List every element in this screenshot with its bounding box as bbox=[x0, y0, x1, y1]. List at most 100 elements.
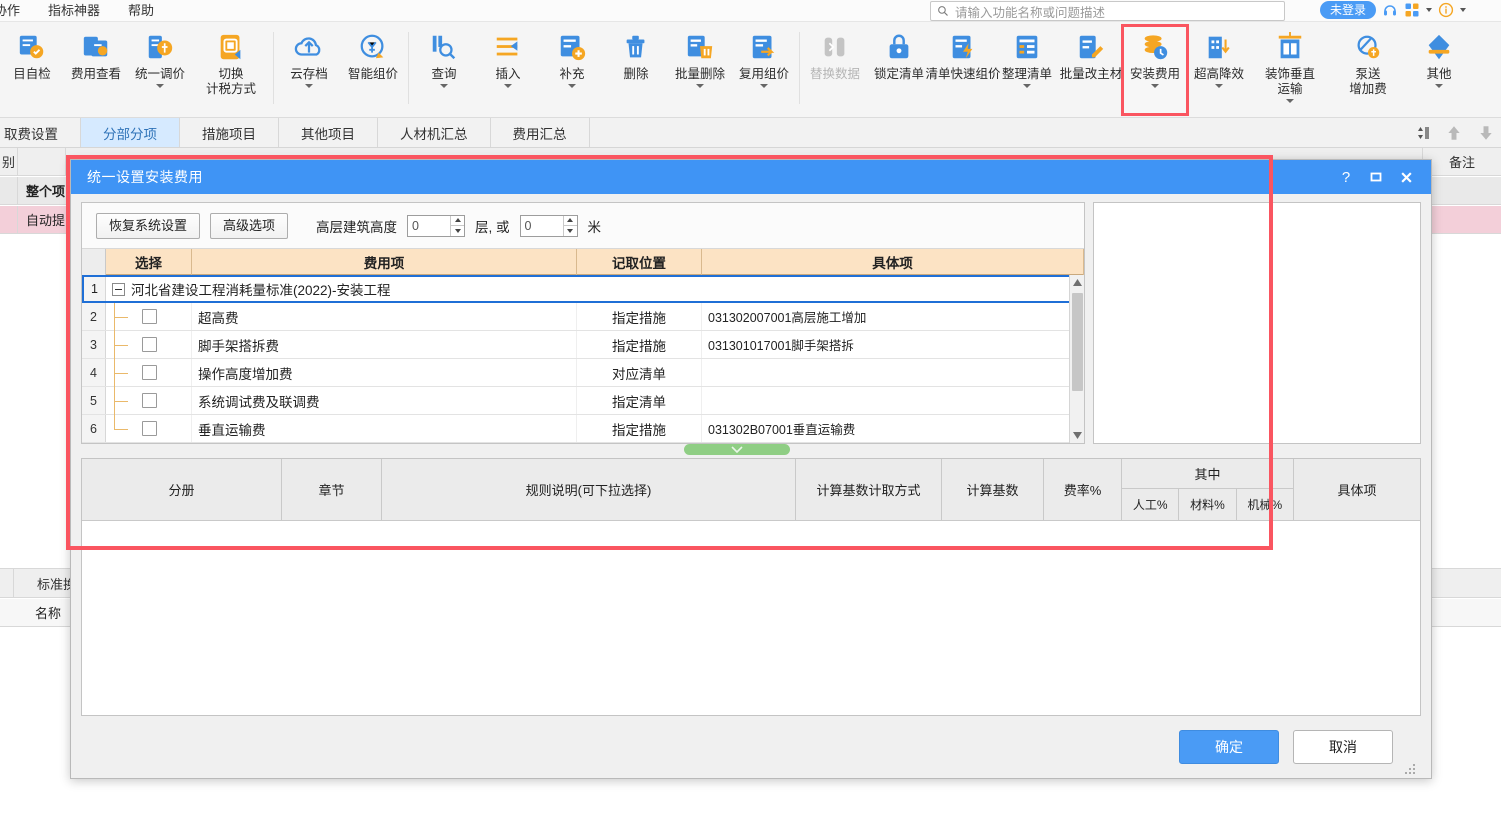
meters-stepper-arrows[interactable] bbox=[562, 215, 577, 236]
ok-button[interactable]: 确定 bbox=[1179, 730, 1279, 764]
chevron-down-icon[interactable] bbox=[1215, 84, 1223, 88]
col-header-position[interactable]: 记取位置 bbox=[577, 249, 702, 275]
ribbon-button-pump-fee[interactable]: 泵送 增加费 bbox=[1329, 26, 1407, 114]
chevron-down-icon[interactable] bbox=[1023, 84, 1031, 88]
resize-grip[interactable] bbox=[1405, 764, 1415, 774]
row-checkbox[interactable] bbox=[142, 393, 157, 408]
meters-stepper[interactable]: 0 bbox=[519, 214, 578, 237]
ribbon-button-other[interactable]: 其他 bbox=[1407, 26, 1471, 114]
chevron-down-icon[interactable] bbox=[568, 84, 576, 88]
row-checkbox[interactable] bbox=[142, 365, 157, 380]
table-row-group[interactable]: 1 河北省建设工程消耗量标准(2022)-安装工程 bbox=[82, 275, 1084, 303]
chevron-down-icon[interactable] bbox=[504, 84, 512, 88]
floors-decrement-button[interactable] bbox=[451, 226, 464, 236]
row-checkbox[interactable] bbox=[142, 421, 157, 436]
ribbon-button-insert[interactable]: 插入 bbox=[476, 26, 540, 114]
row-checkbox[interactable] bbox=[142, 337, 157, 352]
table-row[interactable]: 2 超高费 指定措施 031302007001高层施工增加 bbox=[82, 303, 1084, 331]
apps-chevron-down-icon[interactable] bbox=[1426, 8, 1433, 12]
col-header-base-method[interactable]: 计算基数计取方式 bbox=[796, 459, 942, 520]
floors-stepper-arrows[interactable] bbox=[450, 215, 465, 236]
col-header-select[interactable]: 选择 bbox=[106, 249, 192, 275]
splitter-collapse-handle[interactable] bbox=[684, 444, 790, 455]
row-select-cell[interactable] bbox=[106, 359, 192, 387]
ribbon-button-cost-view[interactable]: 费用查看 bbox=[64, 26, 128, 114]
floors-value[interactable]: 0 bbox=[408, 216, 450, 236]
restore-system-settings-button[interactable]: 恢复系统设置 bbox=[96, 212, 201, 239]
scrollbar-thumb[interactable] bbox=[1072, 293, 1083, 391]
ribbon-button-batch-delete[interactable]: 批量删除 bbox=[668, 26, 732, 114]
col-header-rule-desc[interactable]: 规则说明(可下拉选择) bbox=[382, 459, 796, 520]
tab-1[interactable]: 分部分项 bbox=[81, 118, 180, 147]
chevron-down-icon[interactable] bbox=[1151, 84, 1159, 88]
col-header-rate[interactable]: 费率% bbox=[1044, 459, 1122, 520]
chevron-down-icon[interactable] bbox=[1435, 84, 1443, 88]
meters-value[interactable]: 0 bbox=[521, 216, 563, 236]
floors-stepper[interactable]: 0 bbox=[407, 214, 466, 237]
col-header-material-pct[interactable]: 材料% bbox=[1179, 489, 1237, 520]
col-header-machine-pct[interactable]: 机械% bbox=[1237, 489, 1293, 520]
col-header-chapter[interactable]: 章节 bbox=[282, 459, 382, 520]
ribbon-button-organize-list[interactable]: 整理清单 bbox=[995, 26, 1059, 114]
tab-5[interactable]: 费用汇总 bbox=[490, 118, 590, 147]
fee-items-scrollbar[interactable] bbox=[1069, 275, 1084, 443]
floors-increment-button[interactable] bbox=[451, 216, 465, 226]
ribbon-button-query[interactable]: 查询 bbox=[412, 26, 476, 114]
table-row[interactable]: 3 脚手架搭拆费 指定措施 031301017001脚手架搭拆 bbox=[82, 331, 1084, 359]
close-button[interactable] bbox=[1391, 164, 1421, 190]
ribbon-button-batch-material[interactable]: 批量改主材 bbox=[1059, 26, 1123, 114]
tab-0[interactable]: 取费设置 bbox=[0, 118, 81, 147]
move-down-icon[interactable] bbox=[1477, 124, 1495, 142]
chevron-down-icon[interactable] bbox=[305, 84, 313, 88]
ribbon-button-super-high[interactable]: 超高降效 bbox=[1187, 26, 1251, 114]
login-status-button[interactable]: 未登录 bbox=[1320, 1, 1377, 19]
row-select-cell[interactable] bbox=[106, 387, 192, 415]
row-select-cell[interactable] bbox=[106, 303, 192, 331]
dialog-title-bar[interactable]: 统一设置安装费用 ? bbox=[71, 160, 1431, 194]
menu-item-help[interactable]: 帮助 bbox=[114, 0, 168, 22]
row-select-cell[interactable] bbox=[106, 415, 192, 442]
meters-increment-button[interactable] bbox=[563, 216, 577, 226]
ribbon-button-supplement[interactable]: 补充 bbox=[540, 26, 604, 114]
chevron-down-icon[interactable] bbox=[440, 84, 448, 88]
cancel-button[interactable]: 取消 bbox=[1293, 730, 1393, 764]
collapse-expand-icon[interactable] bbox=[112, 282, 125, 296]
tab-3[interactable]: 其他项目 bbox=[279, 118, 378, 147]
rules-table-body[interactable] bbox=[82, 521, 1420, 715]
menu-item-collab[interactable]: 协作 bbox=[0, 0, 34, 22]
scroll-down-button[interactable] bbox=[1070, 428, 1084, 443]
advanced-options-button[interactable]: 高级选项 bbox=[210, 212, 289, 239]
meters-decrement-button[interactable] bbox=[564, 226, 577, 236]
help-button[interactable]: ? bbox=[1331, 164, 1361, 190]
sort-toggle-icon[interactable] bbox=[1415, 125, 1431, 141]
table-row[interactable]: 4 操作高度增加费 对应清单 bbox=[82, 359, 1084, 387]
headset-icon[interactable] bbox=[1382, 2, 1398, 18]
info-circle-icon[interactable] bbox=[1438, 2, 1454, 18]
apps-grid-icon[interactable] bbox=[1404, 2, 1420, 18]
ribbon-button-delete-trash[interactable]: 删除 bbox=[604, 26, 668, 114]
ribbon-button-unified-price[interactable]: 统一调价 bbox=[128, 26, 192, 114]
ribbon-button-install-cost[interactable]: 安装费用 bbox=[1121, 24, 1189, 116]
row-select-cell[interactable] bbox=[106, 331, 192, 359]
ribbon-button-cloud-archive[interactable]: 云存档 bbox=[277, 26, 341, 114]
move-up-icon[interactable] bbox=[1445, 124, 1463, 142]
col-header-base[interactable]: 计算基数 bbox=[942, 459, 1044, 520]
col-header-volume[interactable]: 分册 bbox=[82, 459, 282, 520]
chevron-down-icon[interactable] bbox=[760, 84, 768, 88]
menu-item-indicator[interactable]: 指标神器 bbox=[34, 0, 114, 22]
ribbon-button-switch-tax[interactable]: 切换 计税方式 bbox=[192, 26, 270, 114]
ribbon-button-reuse-price[interactable]: 复用组价 bbox=[732, 26, 796, 114]
table-row[interactable]: 6 垂直运输费 指定措施 031302B07001垂直运输费 bbox=[82, 415, 1084, 443]
chevron-down-icon[interactable] bbox=[696, 84, 704, 88]
ribbon-button-self-check[interactable]: 目自检 bbox=[0, 26, 64, 114]
col-header-fee-item[interactable]: 费用项 bbox=[192, 249, 577, 275]
chevron-down-icon[interactable] bbox=[1286, 99, 1294, 103]
chevron-down-icon[interactable] bbox=[156, 84, 164, 88]
tab-4[interactable]: 人材机汇总 bbox=[378, 118, 491, 147]
ribbon-button-vertical-transport[interactable]: 装饰垂直 运输 bbox=[1251, 26, 1329, 114]
ribbon-button-lock-list[interactable]: 锁定清单 bbox=[867, 26, 931, 114]
tab-2[interactable]: 措施项目 bbox=[180, 118, 279, 147]
panel-splitter[interactable] bbox=[81, 444, 1421, 456]
col-header-specific-item[interactable]: 具体项 bbox=[1294, 459, 1420, 520]
row-checkbox[interactable] bbox=[142, 309, 157, 324]
